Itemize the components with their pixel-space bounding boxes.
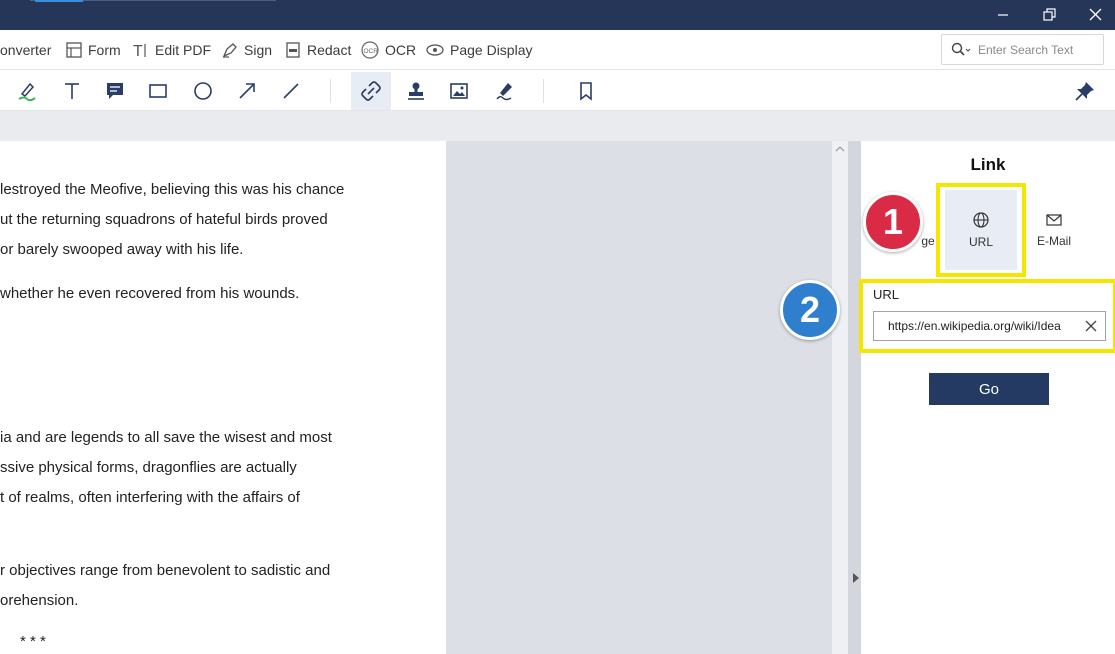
restore-icon[interactable] xyxy=(1040,5,1060,25)
highlight-url-field xyxy=(859,279,1115,353)
image-icon[interactable] xyxy=(443,77,475,105)
line-icon[interactable] xyxy=(275,77,307,105)
document-text-line: ut the returning squadrons of hateful bi… xyxy=(0,211,328,228)
document-text-line: t of realms, often interfering with the … xyxy=(0,489,300,506)
link-type-email-label: E-Mail xyxy=(1036,234,1071,248)
text-icon[interactable] xyxy=(56,77,88,105)
bookmark-icon[interactable] xyxy=(570,77,602,105)
title-bar xyxy=(0,0,1115,30)
menu-page-display-label: Page Display xyxy=(450,42,533,58)
toolbar-divider xyxy=(330,79,331,103)
page-display-icon xyxy=(426,44,444,56)
step-badge-2: 2 xyxy=(780,280,840,340)
redact-icon xyxy=(286,42,300,58)
menu-form[interactable]: Form xyxy=(65,40,121,60)
annotation-toolbar xyxy=(0,71,1115,111)
minimize-icon[interactable] xyxy=(994,5,1014,25)
sign-icon xyxy=(222,43,237,58)
svg-text:T: T xyxy=(133,43,143,59)
section-divider-stars: * * * xyxy=(20,633,46,650)
comment-icon[interactable] xyxy=(99,77,131,105)
document-text-line: orehension. xyxy=(0,592,79,609)
document-canvas: lestroyed the Meofive, believing this wa… xyxy=(0,141,848,654)
edit-pdf-icon: T xyxy=(133,43,146,59)
mail-icon xyxy=(1046,214,1062,226)
search-box[interactable]: Enter Search Text xyxy=(941,34,1104,65)
menu-redact-label: Redact xyxy=(307,42,352,58)
tab-strip xyxy=(30,0,276,2)
close-icon[interactable] xyxy=(1086,5,1106,25)
step-badge-1: 1 xyxy=(863,192,923,252)
link-type-email[interactable]: E-Mail xyxy=(1019,190,1089,270)
menu-edit-pdf[interactable]: T Edit PDF xyxy=(132,40,211,60)
document-text-line: lestroyed the Meofive, believing this wa… xyxy=(0,181,345,198)
search-input[interactable]: Enter Search Text xyxy=(978,43,1073,57)
arrow-icon[interactable] xyxy=(231,77,263,105)
link-icon[interactable] xyxy=(351,72,391,110)
menu-redact[interactable]: Redact xyxy=(284,40,351,60)
vertical-scrollbar[interactable] xyxy=(832,141,848,654)
pin-icon[interactable] xyxy=(1069,77,1101,105)
menu-sign-label: Sign xyxy=(244,42,273,58)
link-panel: Link ge URL E-Mail 1 URL https://en.wiki… xyxy=(859,141,1115,654)
highlighter-icon[interactable] xyxy=(11,77,43,105)
document-page: lestroyed the Meofive, believing this wa… xyxy=(0,141,446,654)
menu-edit-pdf-label: Edit PDF xyxy=(155,42,212,58)
form-icon xyxy=(66,42,82,58)
tab-area xyxy=(0,111,1115,141)
signature-pen-icon[interactable] xyxy=(489,77,521,105)
menu-sign[interactable]: Sign xyxy=(221,40,272,60)
menu-page-display[interactable]: Page Display xyxy=(425,40,533,60)
document-text-line: ia and are legends to all save the wises… xyxy=(0,429,332,446)
document-text-line: ssive physical forms, dragonflies are ac… xyxy=(0,459,297,476)
menu-form-label: Form xyxy=(88,42,121,58)
menu-ocr-label: OCR xyxy=(385,42,417,58)
toolbar-divider xyxy=(543,79,544,103)
document-text-line: whether he even recovered from his wound… xyxy=(0,285,300,302)
stamp-icon[interactable] xyxy=(400,77,432,105)
svg-text:OCR: OCR xyxy=(364,48,379,55)
menu-bar: onverter Form T Edit PDF Sign Redact OCR… xyxy=(0,30,1115,70)
highlight-url-type xyxy=(936,183,1026,277)
go-button[interactable]: Go xyxy=(929,373,1049,405)
menu-ocr[interactable]: OCR OCR xyxy=(360,40,416,60)
scroll-up-icon[interactable] xyxy=(832,141,848,157)
panel-splitter[interactable] xyxy=(848,141,861,654)
menu-converter-label: onverter xyxy=(0,42,52,58)
document-text-line: or barely swooped away with his life. xyxy=(0,241,244,258)
rectangle-icon[interactable] xyxy=(142,77,174,105)
ocr-icon: OCR xyxy=(361,41,379,59)
document-text-line: r objectives range from benevolent to sa… xyxy=(0,562,331,579)
panel-title: Link xyxy=(970,155,1006,174)
search-icon xyxy=(951,42,971,56)
ellipse-icon[interactable] xyxy=(187,77,219,105)
menu-converter[interactable]: onverter xyxy=(0,40,51,60)
